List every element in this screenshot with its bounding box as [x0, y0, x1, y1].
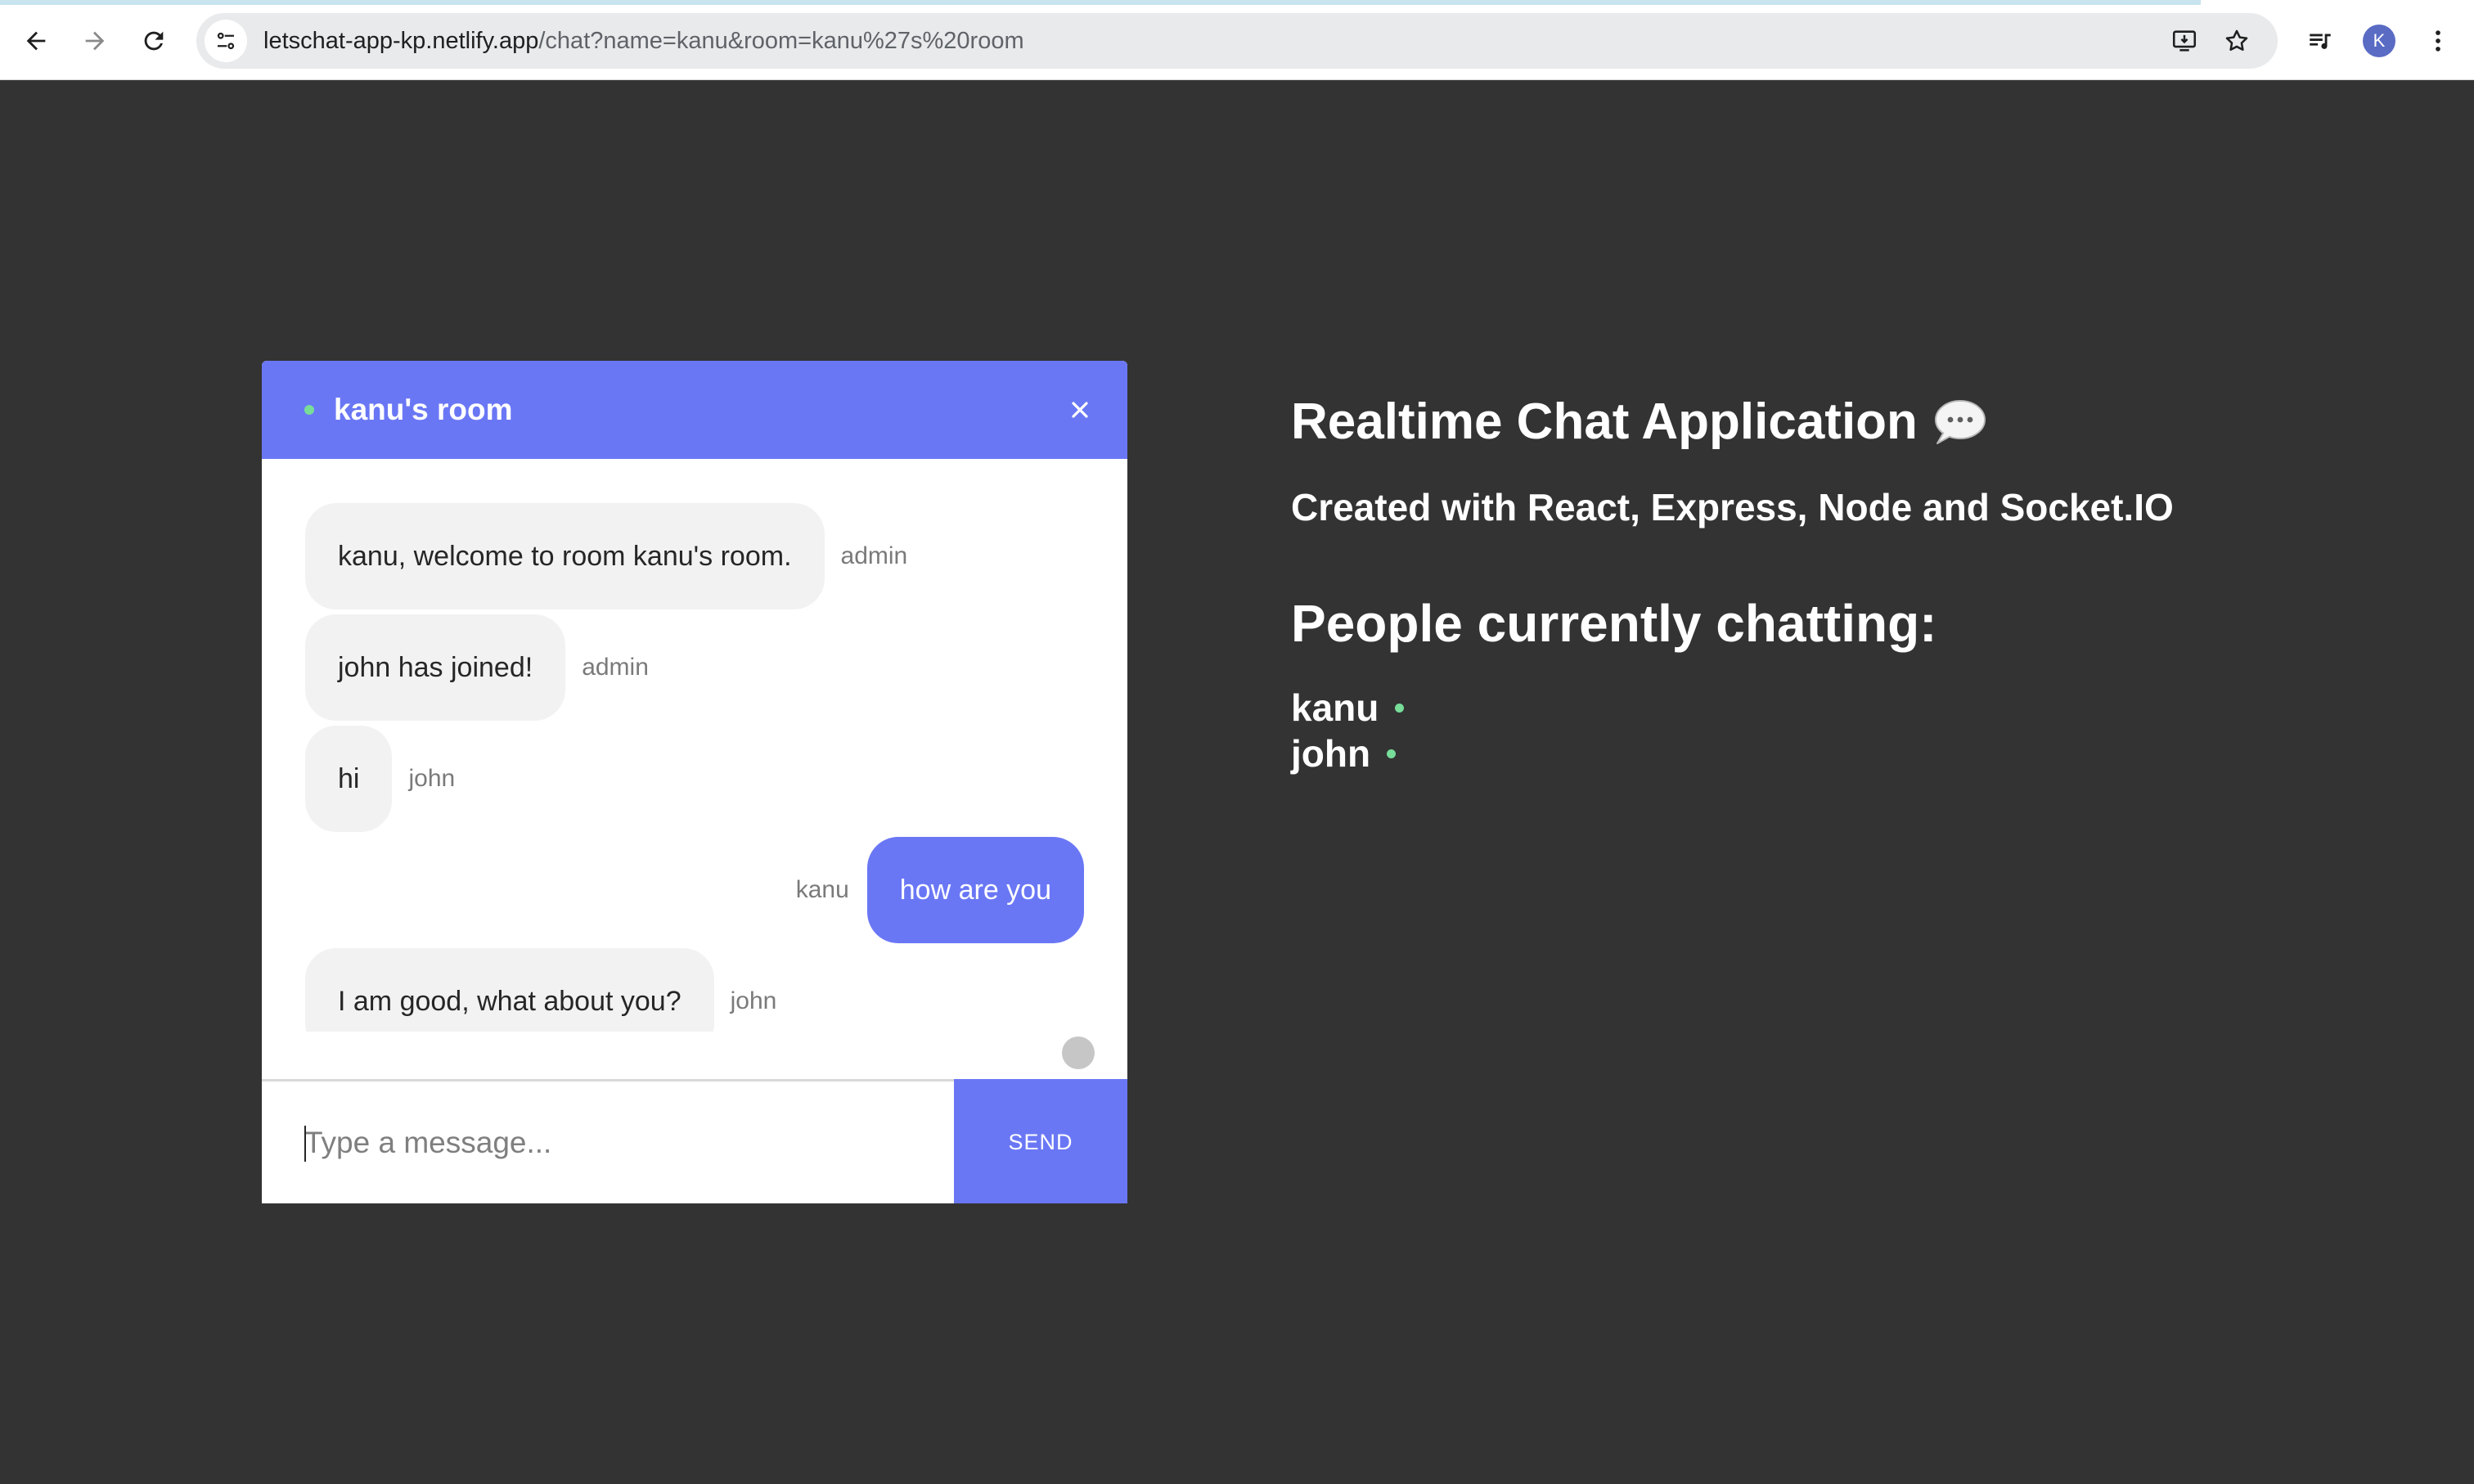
message-composer: SEND	[262, 1079, 1127, 1203]
people-heading: People currently chatting:	[1291, 594, 1937, 653]
page-load-bar	[0, 0, 2201, 5]
app-title-text: Realtime Chat Application	[1291, 393, 1918, 450]
message-sender: john	[730, 987, 777, 1014]
people-list: kanu john	[1291, 685, 2174, 776]
online-indicator-icon	[304, 405, 314, 415]
person-item: john	[1291, 731, 2174, 776]
chat-window: kanu's room kanu, welcome to room kanu's…	[262, 361, 1127, 1203]
message-bubble: john has joined!	[305, 614, 566, 721]
site-info-button[interactable]	[205, 20, 247, 62]
app-subtitle: Created with React, Express, Node and So…	[1291, 486, 2174, 528]
room-name: kanu's room	[334, 393, 513, 426]
star-icon	[2225, 29, 2248, 52]
url-host: letschat-app-kp.netlify.app	[263, 27, 539, 54]
message-bubble: kanu, welcome to room kanu's room.	[305, 503, 825, 609]
message-item: I am good, what about you? john	[305, 948, 776, 1032]
bookmark-button[interactable]	[2217, 21, 2256, 61]
close-icon	[1072, 402, 1088, 418]
message-item: john has joined! admin	[305, 614, 649, 721]
text-caret	[304, 1126, 306, 1162]
url-path: /chat?name=kanu&room=kanu%27s%20room	[538, 27, 1024, 54]
queue-music-icon	[2310, 34, 2331, 49]
message-bubble: I am good, what about you?	[305, 948, 714, 1032]
message-sender: kanu	[795, 876, 849, 903]
message-bubble: hi	[305, 726, 393, 832]
message-sender: admin	[840, 542, 908, 569]
close-chat-button[interactable]	[1065, 395, 1095, 425]
online-indicator-icon	[1387, 749, 1397, 758]
online-indicator-icon	[1395, 703, 1405, 713]
more-vertical-icon	[2436, 30, 2440, 52]
message-sender: john	[408, 765, 456, 792]
message-item: kanu, welcome to room kanu's room. admin	[305, 503, 907, 609]
arrow-right-icon	[85, 31, 105, 51]
install-desktop-icon	[2172, 30, 2197, 52]
person-name: john	[1291, 732, 1371, 775]
message-bubble: how are you	[866, 837, 1084, 943]
message-item: kanu how are you	[796, 837, 1084, 943]
reload-icon	[144, 31, 164, 51]
app-title: Realtime Chat Application	[1291, 393, 2174, 451]
arrow-left-icon	[26, 31, 46, 51]
tune-icon	[217, 32, 235, 50]
message-sender: admin	[582, 654, 649, 681]
back-button[interactable]	[16, 21, 56, 61]
message-item: hi john	[305, 726, 455, 832]
media-controls-button[interactable]	[2301, 21, 2340, 61]
reload-button[interactable]	[134, 21, 173, 61]
person-item: kanu	[1291, 685, 2174, 731]
browser-menu-button[interactable]	[2418, 21, 2458, 61]
message-input[interactable]	[262, 1082, 954, 1203]
install-app-button[interactable]	[2165, 21, 2204, 61]
url-text: letschat-app-kp.netlify.app/chat?name=ka…	[263, 28, 1024, 55]
scroll-to-bottom-button[interactable]	[1062, 1037, 1095, 1069]
person-name: kanu	[1291, 686, 1379, 729]
forward-button[interactable]	[75, 21, 115, 61]
profile-avatar[interactable]: K	[2363, 25, 2395, 57]
message-list[interactable]: kanu, welcome to room kanu's room. admin…	[262, 459, 1127, 1032]
speech-bubble-icon	[1934, 399, 1986, 444]
address-bar[interactable]: letschat-app-kp.netlify.app/chat?name=ka…	[196, 13, 2278, 69]
browser-toolbar: letschat-app-kp.netlify.app/chat?name=ka…	[0, 0, 2474, 80]
send-button[interactable]: SEND	[954, 1079, 1127, 1203]
info-panel: Realtime Chat Application Created with R…	[1291, 393, 2174, 776]
chat-header: kanu's room	[262, 361, 1127, 459]
